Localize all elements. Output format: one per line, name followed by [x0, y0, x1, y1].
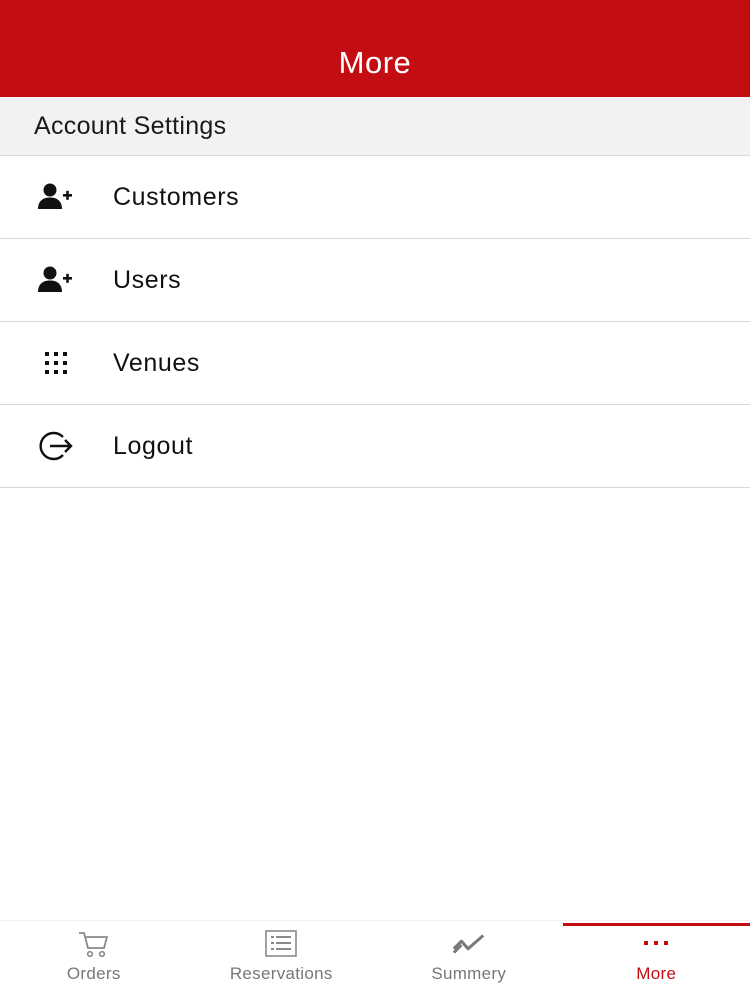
menu-item-label: Customers [113, 182, 240, 211]
tab-label: More [636, 964, 677, 983]
menu-item-users[interactable]: Users [0, 239, 750, 322]
app-bar: More [0, 0, 750, 97]
tab-label: Reservations [229, 964, 333, 983]
menu-item-label: Venues [113, 348, 201, 377]
section-header: Account Settings [0, 97, 750, 156]
page-title: More [338, 44, 412, 80]
more-dots-icon [638, 929, 674, 959]
tab-more[interactable]: More [562, 921, 750, 1000]
menu-item-customers[interactable]: Customers [0, 156, 750, 239]
section-header-label: Account Settings [34, 111, 227, 140]
tab-orders[interactable]: Orders [0, 921, 188, 1000]
logout-icon [37, 427, 75, 465]
tab-summery[interactable]: Summery [375, 921, 563, 1000]
tab-label: Orders [66, 964, 121, 983]
menu-list: Customers Users Venues Logout [0, 156, 750, 488]
active-tab-indicator [562, 923, 750, 926]
trend-icon [451, 929, 487, 959]
bottom-tab-bar: Orders Reservations Summery More [0, 920, 750, 1000]
menu-item-venues[interactable]: Venues [0, 322, 750, 405]
add-user-icon [37, 261, 75, 299]
tab-label: Summery [431, 964, 507, 983]
menu-item-logout[interactable]: Logout [0, 405, 750, 488]
menu-item-label: Logout [113, 431, 194, 460]
add-user-icon [37, 178, 75, 216]
grid-icon [37, 344, 75, 382]
cart-icon [76, 929, 112, 959]
menu-item-label: Users [113, 265, 182, 294]
tab-reservations[interactable]: Reservations [188, 921, 376, 1000]
list-icon [263, 929, 299, 959]
